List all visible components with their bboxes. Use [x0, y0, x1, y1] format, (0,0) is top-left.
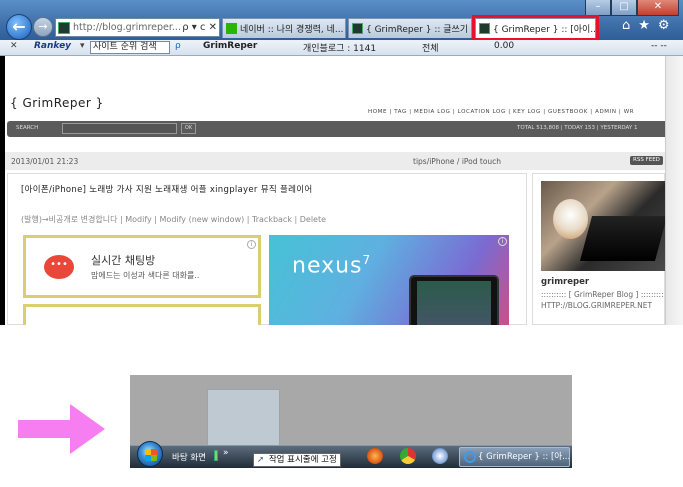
toolbar-score: 0.00	[494, 41, 515, 51]
profile-name: grimreper	[541, 277, 590, 287]
taskbar-active-window[interactable]: { GrimReper } :: [아...	[459, 447, 570, 467]
back-button[interactable]: ←	[6, 14, 32, 40]
start-button[interactable]	[137, 441, 163, 467]
rankey-toolbar: ✕ Rankey ▾ 사이트 순위 검색 ρ GrimReper 개인블로그 :…	[0, 40, 683, 56]
cat-image	[553, 199, 588, 239]
ad-chat-subtitle: 맘에드는 이성과 색다른 대화를..	[91, 271, 200, 280]
browser-tools: ⌂ ★ ⚙	[622, 18, 670, 33]
ie-icon	[464, 451, 476, 463]
tab-label: 네이버 :: 나의 경쟁력, 네...	[240, 25, 344, 35]
profile-url[interactable]: HTTP://BLOG.GRIMREPER.NET	[541, 301, 652, 310]
toolbar-personal-blog[interactable]: 개인블로그 : 1141	[303, 41, 376, 54]
site-favicon-icon	[58, 21, 70, 34]
ad-chat-title: 실시간 채팅방	[91, 254, 156, 267]
minimize-button[interactable]: –	[585, 0, 611, 16]
post-title[interactable]: [아이폰/iPhone] 노래방 가사 지원 노래재생 어플 xingplaye…	[21, 183, 312, 195]
messenger-icon[interactable]	[432, 448, 448, 464]
rankey-search-input[interactable]: 사이트 순위 검색	[90, 41, 170, 54]
window-thumbnail	[207, 389, 280, 453]
web-page: { GrimReper } HOME | TAG | MEDIA LOG | L…	[5, 56, 665, 325]
tablet-screen	[417, 281, 491, 325]
pin-icon: ➚	[257, 455, 265, 465]
address-url[interactable]: http://blog.grimreper....	[73, 22, 180, 33]
blog-search-input[interactable]	[62, 123, 177, 134]
naver-favicon-icon	[226, 23, 237, 34]
profile-description: :::::::::: [ GrimReper Blog ] :::::::::	[541, 290, 664, 299]
chevron-down-icon[interactable]: ▾	[80, 41, 85, 51]
visitor-stats: TOTAL 513,808 | TODAY 153 | YESTERDAY 1	[517, 125, 638, 131]
toolbar-close-icon[interactable]: ✕	[10, 41, 18, 51]
pin-tooltip-text: 작업 표시줄에 고정	[268, 455, 337, 465]
info-icon[interactable]: i	[498, 237, 507, 246]
tab-label: { GrimReper } :: 글쓰기	[366, 25, 469, 35]
taskbar-active-label: { GrimReper } :: [아...	[478, 452, 570, 462]
blog-title[interactable]: { GrimReper }	[10, 96, 104, 110]
desktop-area	[130, 375, 572, 445]
profile-panel: grimreper :::::::::: [ GrimReper Blog ] …	[532, 173, 665, 325]
chevron-right-icon[interactable]: »	[223, 448, 229, 458]
post-category[interactable]: tips/iPhone / iPod touch	[413, 157, 501, 166]
tab-grimreper-write[interactable]: { GrimReper } :: 글쓰기	[348, 18, 472, 38]
page-scrollbar[interactable]	[665, 56, 683, 325]
favorites-icon[interactable]: ★	[638, 18, 650, 33]
window-controls: – □ ✕	[585, 0, 679, 16]
arrow-shape	[18, 404, 105, 454]
ad-banner-2[interactable]	[23, 304, 261, 325]
gear-icon[interactable]: ⚙	[658, 18, 670, 33]
firefox-icon[interactable]	[367, 448, 383, 464]
chrome-icon[interactable]	[400, 448, 416, 464]
blog-nav[interactable]: HOME | TAG | MEDIA LOG | LOCATION LOG | …	[368, 109, 634, 115]
address-controls[interactable]: ρ ▾ c ✕	[180, 22, 219, 33]
rss-button[interactable]: RSS FEED	[630, 156, 663, 165]
laptop-image	[579, 216, 665, 261]
post-actions[interactable]: (발행)→비공개로 변경합니다 | Modify | Modify (new w…	[21, 214, 326, 225]
post-content: [아이폰/iPhone] 노래방 가사 지원 노래재생 어플 xingplaye…	[7, 173, 527, 325]
search-icon[interactable]: ρ	[175, 41, 181, 51]
search-label: SEARCH	[16, 125, 39, 131]
grimreper-favicon-icon	[352, 23, 363, 34]
ad-chat-banner[interactable]: ••• 실시간 채팅방 맘에드는 이성과 색다른 대화를.. i	[23, 235, 261, 298]
highlight-box	[472, 15, 599, 41]
nexus-logo: nexus7	[292, 253, 372, 279]
pink-arrow-icon	[18, 404, 105, 454]
browser-titlebar: – □ ✕ ← → http://blog.grimreper.... ρ ▾ …	[0, 0, 683, 41]
blog-searchbar: SEARCH OK TOTAL 513,808 | TODAY 153 | YE…	[7, 121, 665, 137]
desktop-toolbar-label[interactable]: 바탕 화면	[172, 451, 206, 463]
browser-window: – □ ✕ ← → http://blog.grimreper.... ρ ▾ …	[0, 0, 683, 325]
toolbar-site[interactable]: GrimReper	[203, 41, 257, 51]
toolbar-total[interactable]: 전체	[422, 41, 439, 54]
info-icon[interactable]: i	[247, 240, 256, 249]
address-bar[interactable]: http://blog.grimreper.... ρ ▾ c ✕	[55, 18, 220, 37]
maximize-button[interactable]: □	[611, 0, 637, 16]
close-button[interactable]: ✕	[637, 0, 679, 16]
tab-naver[interactable]: 네이버 :: 나의 경쟁력, 네...	[222, 18, 346, 38]
post-date: 2013/01/01 21:23	[11, 157, 79, 166]
post-meta-bar: 2013/01/01 21:23 tips/iPhone / iPod touc…	[5, 152, 665, 170]
chat-bubble-icon: •••	[44, 255, 74, 279]
forward-button[interactable]: →	[33, 17, 53, 37]
rankey-logo[interactable]: Rankey	[34, 41, 71, 51]
screenshot-root: – □ ✕ ← → http://blog.grimreper.... ρ ▾ …	[0, 0, 683, 487]
pin-tooltip: ➚ 작업 표시줄에 고정	[253, 453, 341, 467]
ad-nexus-banner[interactable]: nexus7 i	[269, 235, 509, 325]
home-icon[interactable]: ⌂	[622, 18, 630, 33]
search-ok-button[interactable]: OK	[181, 123, 196, 134]
toolbar-weather: -- --	[651, 41, 667, 51]
desktop-toolbar-icon	[214, 450, 218, 461]
profile-photo	[541, 181, 665, 271]
